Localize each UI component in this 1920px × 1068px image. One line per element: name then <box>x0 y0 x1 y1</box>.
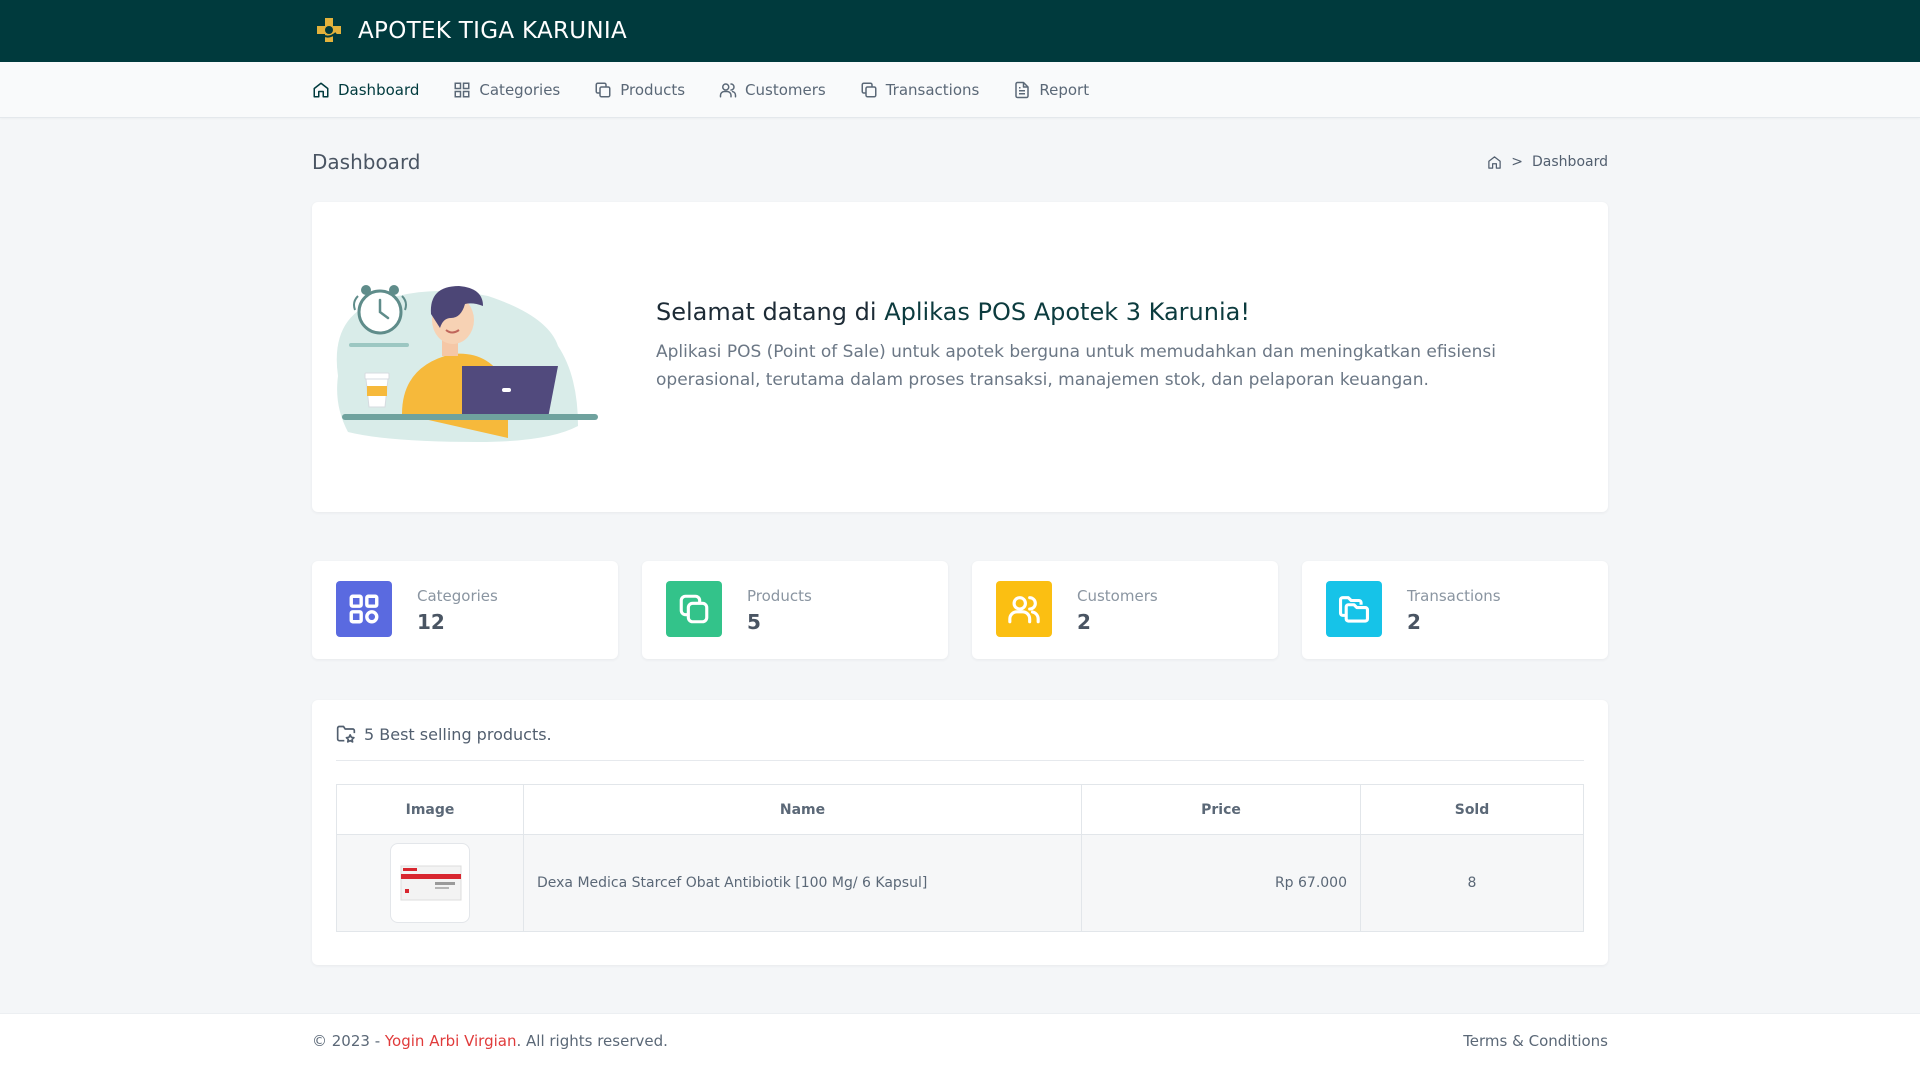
column-header-price: Price <box>1081 784 1361 835</box>
nav-item-customers[interactable]: Customers <box>719 81 826 99</box>
welcome-app-name: Aplikas POS Apotek 3 Karunia! <box>884 298 1250 326</box>
nav-item-label: Transactions <box>885 81 980 99</box>
stat-label: Customers <box>1077 587 1158 605</box>
nav-item-transactions[interactable]: Transactions <box>860 81 980 99</box>
nav-item-categories[interactable]: Categories <box>453 81 560 99</box>
users-icon <box>719 83 737 98</box>
stat-value: 2 <box>1077 610 1091 634</box>
column-header-sold: Sold <box>1360 784 1584 835</box>
column-header-name: Name <box>523 784 1082 835</box>
stat-card-products[interactable]: Products 5 <box>642 561 948 659</box>
welcome-text: Selamat datang di Aplikas POS Apotek 3 K… <box>656 298 1576 394</box>
stat-value: 5 <box>747 610 761 634</box>
table-row[interactable]: Dexa Medica Starcef Obat Antibiotik [100… <box>336 834 1584 932</box>
grid-icon <box>454 82 470 98</box>
stat-card-transactions[interactable]: Transactions 2 <box>1302 561 1608 659</box>
grid-icon <box>336 581 392 637</box>
nav-item-report[interactable]: Report <box>1013 81 1089 99</box>
stat-label: Products <box>747 587 812 605</box>
nav-item-products[interactable]: Products <box>594 81 685 99</box>
stat-value: 12 <box>417 610 445 634</box>
product-price: Rp 67.000 <box>1081 834 1361 932</box>
stat-label: Transactions <box>1407 587 1501 605</box>
person-working-illustration <box>332 216 618 498</box>
top-bar <box>0 0 1920 62</box>
breadcrumb: > Dashboard <box>1487 154 1608 170</box>
footer: © 2023 - Yogin Arbi Virgian. All rights … <box>0 1013 1920 1068</box>
welcome-card: Selamat datang di Aplikas POS Apotek 3 K… <box>312 202 1608 512</box>
nav-item-label: Products <box>620 81 686 99</box>
welcome-description: Aplikasi POS (Point of Sale) untuk apote… <box>656 342 1496 390</box>
brand-name: APOTEK TIGA KARUNIA <box>358 18 628 44</box>
nav-item-label: Dashboard <box>338 81 420 99</box>
copyright-prefix: © 2023 - <box>312 1032 385 1050</box>
best-selling-title: 5 Best selling products. <box>336 724 552 744</box>
stat-label: Categories <box>417 587 498 605</box>
nav-item-label: Customers <box>745 81 826 99</box>
best-selling-title-text: 5 Best selling products. <box>364 724 552 744</box>
footer-copyright: © 2023 - Yogin Arbi Virgian. All rights … <box>312 1032 668 1050</box>
page-title: Dashboard <box>312 150 421 174</box>
brand[interactable]: APOTEK TIGA KARUNIA <box>312 0 627 62</box>
home-icon <box>313 82 329 98</box>
terms-link[interactable]: Terms & Conditions <box>1463 1032 1608 1050</box>
nav-item-label: Report <box>1039 81 1090 99</box>
file-text-icon <box>1015 81 1030 99</box>
nav-item-dashboard[interactable]: Dashboard <box>312 81 419 99</box>
folder-star-icon <box>336 725 356 743</box>
table-header-row: Image Name Price Sold <box>336 784 1584 835</box>
pharmacy-logo-icon <box>312 14 346 48</box>
author-link[interactable]: Yogin Arbi Virgian <box>385 1032 517 1050</box>
best-selling-card: 5 Best selling products. Image Name Pric… <box>312 700 1608 965</box>
home-icon[interactable] <box>1487 155 1502 170</box>
stat-card-categories[interactable]: Categories 12 <box>312 561 618 659</box>
welcome-title-prefix: Selamat datang di <box>656 298 877 326</box>
nav-item-label: Categories <box>479 81 561 99</box>
copy-icon <box>861 82 877 98</box>
product-thumbnail[interactable] <box>390 843 470 923</box>
product-image-cell <box>336 834 524 932</box>
stat-card-customers[interactable]: Customers 2 <box>972 561 1278 659</box>
copy-icon <box>595 82 611 98</box>
breadcrumb-separator: > <box>1511 154 1524 170</box>
column-header-image: Image <box>336 784 524 835</box>
welcome-title: Selamat datang di Aplikas POS Apotek 3 K… <box>656 298 1576 326</box>
folders-icon <box>1326 581 1382 637</box>
copy-icon <box>666 581 722 637</box>
product-name: Dexa Medica Starcef Obat Antibiotik [100… <box>523 834 1082 932</box>
divider <box>336 760 1584 761</box>
main-nav: Dashboard Categories Products Customers … <box>312 62 1123 118</box>
stat-value: 2 <box>1407 610 1421 634</box>
product-sold: 8 <box>1360 834 1584 932</box>
copyright-suffix: . All rights reserved. <box>516 1032 668 1050</box>
users-icon <box>996 581 1052 637</box>
page-header: Dashboard > Dashboard <box>312 150 1608 174</box>
breadcrumb-current: Dashboard <box>1532 154 1608 170</box>
best-selling-table: Image Name Price Sold Dexa Medica Starce… <box>336 784 1584 932</box>
